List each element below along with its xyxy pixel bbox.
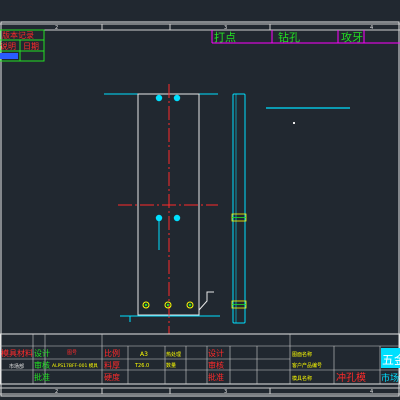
- tb-reviewer-label: 审核: [34, 360, 50, 370]
- bottom-ruler-label-3: 3: [224, 389, 227, 395]
- tb-reviewer-right: 审核: [208, 360, 224, 370]
- tb-scale-label: 比例: [104, 348, 120, 358]
- revision-col-desc: 说明: [0, 41, 16, 51]
- tb-approver-right: 批准: [208, 372, 224, 382]
- tb-part-no: ALPS17BFF-001 模具: [52, 362, 98, 369]
- top-ruler-label-2: 2: [55, 25, 58, 31]
- tb-designer-right: 设计: [208, 348, 224, 358]
- bottom-ruler-label-2: 2: [55, 389, 58, 395]
- revision-marker: [0, 53, 18, 59]
- tb-customer-label: 客户产品编号: [292, 362, 322, 369]
- tb-qty-label: 数量: [166, 362, 176, 369]
- tb-designer-label: 设计: [34, 348, 50, 358]
- tb-scale-value: A3: [140, 351, 148, 358]
- tb-company-sub-right: 市场部: [381, 372, 400, 384]
- tb-thickness-label: 料厚: [104, 360, 120, 370]
- canvas-background: [0, 0, 400, 400]
- hole-mid-right: [173, 214, 181, 222]
- bottom-ruler-label-4: 4: [370, 389, 373, 395]
- tb-approver-label: 批准: [34, 372, 50, 382]
- tb-project-label: 图面名称: [292, 351, 312, 358]
- revision-title: 版本记录: [2, 30, 34, 40]
- tb-material-label: 模具材料: [1, 348, 33, 358]
- tb-thickness-value: T26.0: [134, 363, 149, 369]
- tb-drawing-no-label: 图号: [67, 350, 77, 356]
- legend-label-dotting: 打点: [214, 30, 236, 44]
- tb-company: 五金: [382, 352, 400, 367]
- tb-heat-label: 热处理: [166, 351, 181, 358]
- top-ruler-label-4: 4: [370, 25, 373, 31]
- legend-label-tapping: 攻牙: [341, 30, 363, 44]
- hole-top-right: [173, 94, 181, 102]
- cursor-dot: [293, 122, 295, 124]
- tb-mold-label: 模具名称: [292, 375, 312, 382]
- tb-hardness-label: 硬度: [104, 372, 120, 382]
- legend-label-drilling: 钻孔: [278, 30, 300, 44]
- tb-company-sub: 市场部: [9, 363, 24, 370]
- tb-mold-name-value: 冲孔模: [336, 371, 366, 384]
- hole-top-left: [155, 94, 163, 102]
- revision-col-date: 日期: [23, 42, 39, 51]
- cad-canvas[interactable]: 2 3 4 版本记录 说明 日期 打点 钻孔 攻牙 模具材料 市场部 设计 审核…: [0, 0, 400, 400]
- hole-mid-left: [155, 214, 163, 222]
